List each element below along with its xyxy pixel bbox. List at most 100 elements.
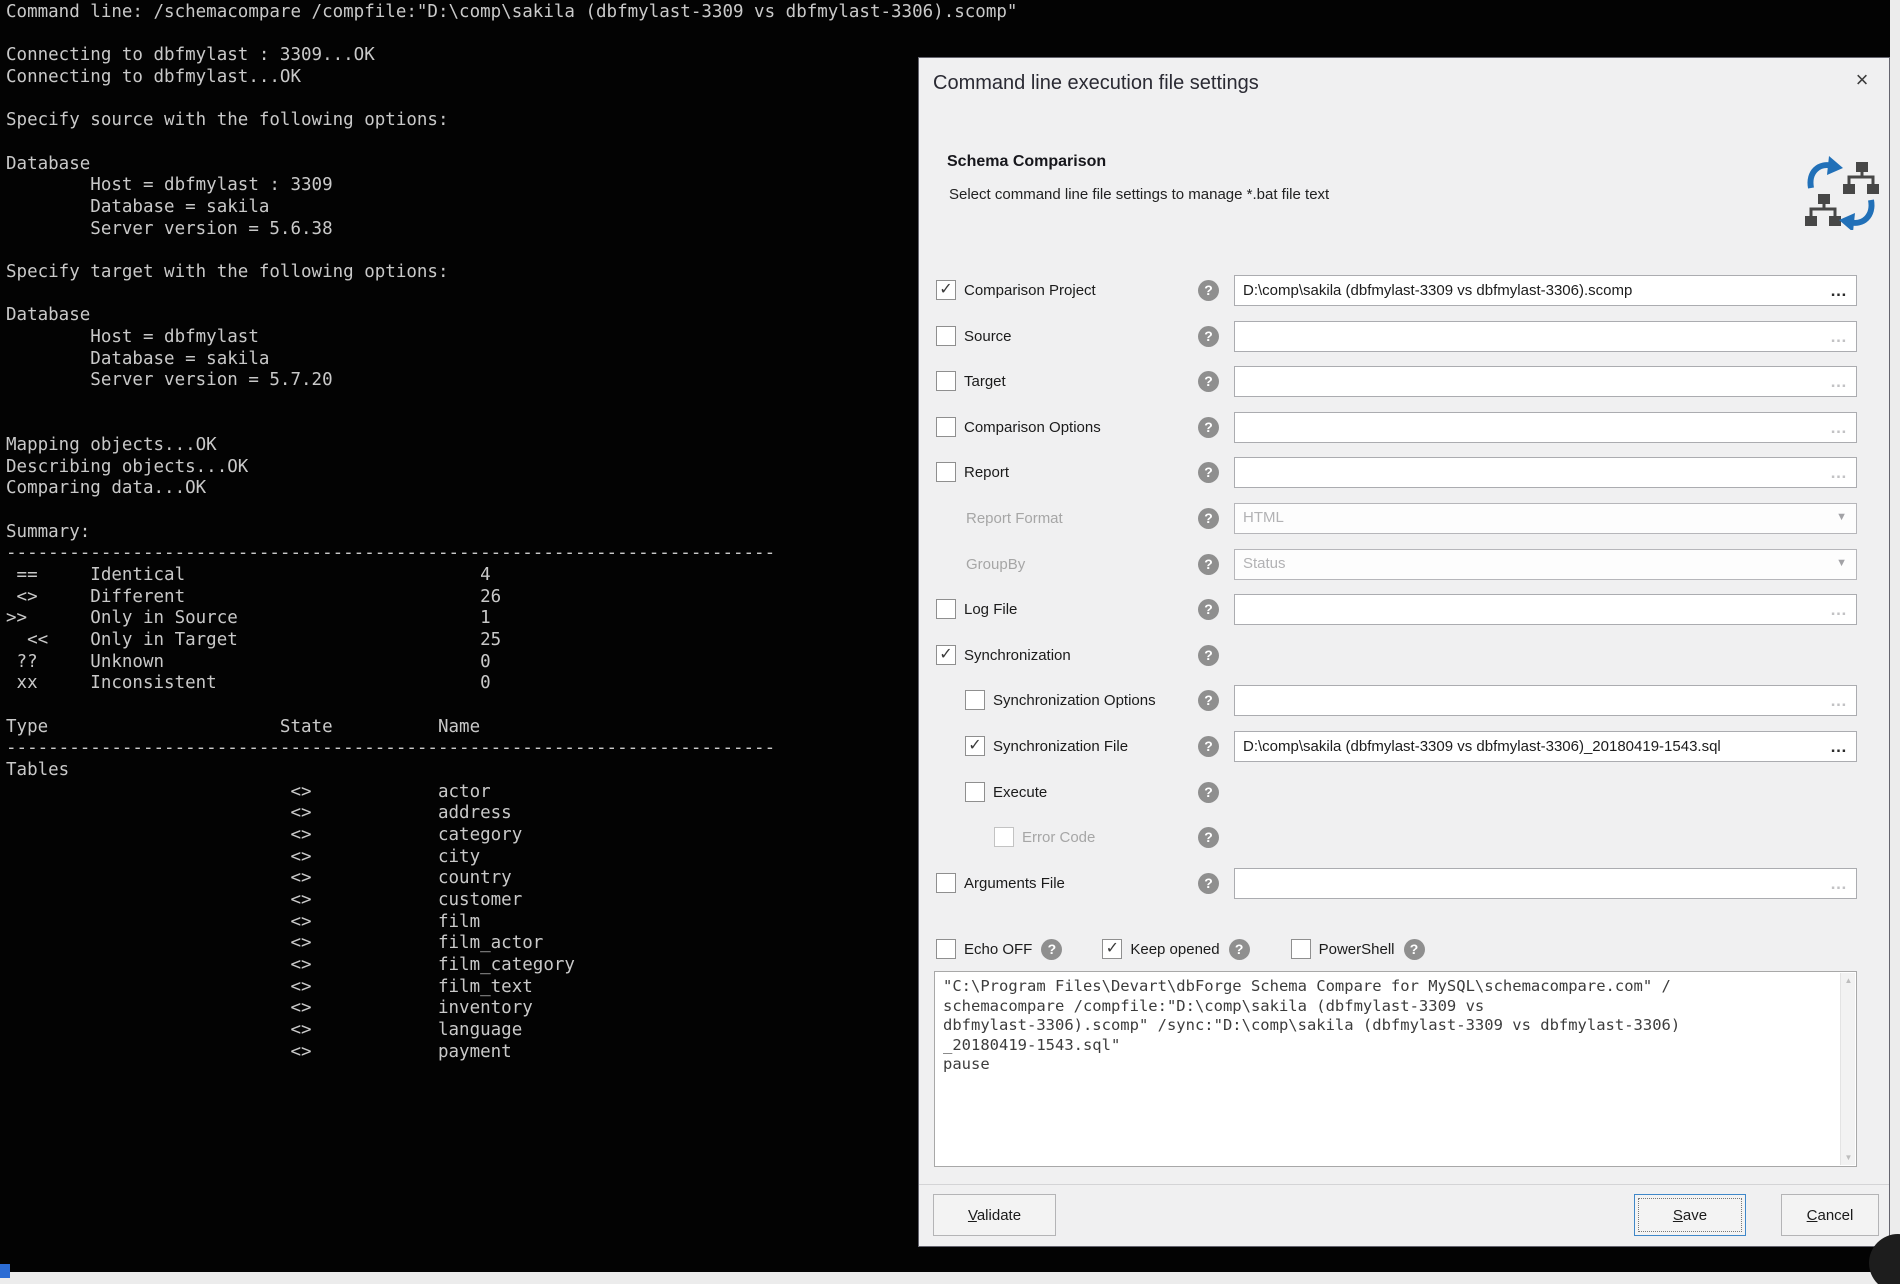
check-icon: ✓ [1106, 941, 1119, 957]
groupby-label: GroupBy [966, 556, 1025, 573]
comparison-options-input[interactable] [1235, 413, 1856, 442]
scrollbar-up-icon[interactable]: ▲ [1841, 976, 1856, 985]
comparison-project-input[interactable] [1235, 276, 1856, 305]
synchronization-options-input[interactable] [1235, 686, 1856, 715]
report-input[interactable] [1235, 458, 1856, 487]
comparison-project-checkbox[interactable]: ✓ [936, 280, 956, 300]
help-icon[interactable]: ? [1198, 599, 1219, 620]
comparison-options-field: … [1234, 412, 1857, 443]
browse-ellipsis-icon[interactable]: … [1830, 870, 1848, 897]
error-code-checkbox[interactable] [994, 827, 1014, 847]
console-output: Command line: /schemacompare /compfile:"… [6, 2, 1017, 1063]
browse-ellipsis-icon[interactable]: … [1830, 277, 1848, 304]
check-icon: ✓ [968, 738, 981, 754]
help-icon[interactable]: ? [1404, 939, 1425, 960]
help-icon[interactable]: ? [1198, 417, 1219, 438]
help-icon[interactable]: ? [1198, 371, 1219, 392]
execute-label: Execute [993, 784, 1047, 801]
browse-ellipsis-icon[interactable]: … [1830, 733, 1848, 760]
chevron-down-icon: ▼ [1836, 557, 1847, 569]
bat-text-area[interactable] [935, 972, 1840, 1166]
synchronization-options-label: Synchronization Options [993, 692, 1156, 709]
flags-row: Echo OFF ? ✓ Keep opened ? PowerShell ? [919, 926, 1891, 972]
row-arguments-file: Arguments File ? … [919, 860, 1891, 906]
powershell-label: PowerShell [1319, 941, 1395, 958]
check-icon: ✓ [939, 647, 952, 663]
validate-button[interactable]: Validate [933, 1194, 1056, 1236]
browse-ellipsis-icon[interactable]: … [1830, 323, 1848, 350]
keep-opened-checkbox[interactable]: ✓ [1102, 939, 1122, 959]
save-button[interactable]: Save [1634, 1194, 1746, 1236]
help-icon[interactable]: ? [1198, 736, 1219, 757]
row-synchronization: ✓ Synchronization ? [919, 632, 1891, 678]
bat-text-box: ▲ ▼ [934, 971, 1857, 1167]
help-icon[interactable]: ? [1198, 645, 1219, 666]
window-frame-bottom [0, 1272, 1900, 1284]
source-input[interactable] [1235, 322, 1856, 351]
comparison-options-checkbox[interactable] [936, 417, 956, 437]
dialog-subtitle: Select command line file settings to man… [949, 186, 1329, 203]
help-icon[interactable]: ? [1198, 326, 1219, 347]
help-icon[interactable]: ? [1198, 873, 1219, 894]
target-checkbox[interactable] [936, 371, 956, 391]
help-icon[interactable]: ? [1198, 508, 1219, 529]
target-field: … [1234, 366, 1857, 397]
powershell-checkbox[interactable] [1291, 939, 1311, 959]
arguments-file-label: Arguments File [964, 875, 1065, 892]
synchronization-options-checkbox[interactable] [965, 690, 985, 710]
help-icon[interactable]: ? [1041, 939, 1062, 960]
browse-ellipsis-icon[interactable]: … [1830, 687, 1848, 714]
synchronization-checkbox[interactable]: ✓ [936, 645, 956, 665]
help-icon[interactable]: ? [1198, 782, 1219, 803]
taskbar-corner-chip [0, 1264, 10, 1278]
source-label: Source [964, 328, 1012, 345]
synchronization-file-field: … [1234, 731, 1857, 762]
close-icon[interactable]: × [1847, 66, 1877, 96]
cancel-button[interactable]: Cancel [1781, 1194, 1879, 1236]
target-input[interactable] [1235, 367, 1856, 396]
report-checkbox[interactable] [936, 462, 956, 482]
synchronization-label: Synchronization [964, 647, 1071, 664]
help-icon[interactable]: ? [1198, 554, 1219, 575]
row-error-code: Error Code ? [919, 814, 1891, 860]
synchronization-file-label: Synchronization File [993, 738, 1128, 755]
row-comparison-project: ✓ Comparison Project ? … [919, 267, 1891, 313]
scrollbar[interactable]: ▲ ▼ [1840, 973, 1855, 1165]
echo-off-checkbox[interactable] [936, 939, 956, 959]
arguments-file-checkbox[interactable] [936, 873, 956, 893]
report-label: Report [964, 464, 1009, 481]
help-icon[interactable]: ? [1198, 462, 1219, 483]
browse-ellipsis-icon[interactable]: … [1830, 414, 1848, 441]
browse-ellipsis-icon[interactable]: … [1830, 459, 1848, 486]
help-icon[interactable]: ? [1229, 939, 1250, 960]
log-file-input[interactable] [1235, 595, 1856, 624]
groupby-value: Status [1243, 555, 1286, 572]
synchronization-file-checkbox[interactable]: ✓ [965, 736, 985, 756]
schema-comparison-heading: Schema Comparison [947, 153, 1106, 171]
row-comparison-options: Comparison Options ? … [919, 404, 1891, 450]
help-icon[interactable]: ? [1198, 827, 1219, 848]
row-report-format: Report Format ? HTML ▼ [919, 495, 1891, 541]
schema-compare-icon [1803, 148, 1879, 230]
execute-checkbox[interactable] [965, 782, 985, 802]
synchronization-file-input[interactable] [1235, 732, 1856, 761]
browse-ellipsis-icon[interactable]: … [1830, 368, 1848, 395]
target-label: Target [964, 373, 1006, 390]
arguments-file-input[interactable] [1235, 869, 1856, 898]
report-format-dropdown[interactable]: HTML ▼ [1234, 503, 1857, 534]
scrollbar-down-icon[interactable]: ▼ [1841, 1153, 1856, 1162]
chevron-down-icon: ▼ [1836, 511, 1847, 523]
groupby-dropdown[interactable]: Status ▼ [1234, 549, 1857, 580]
arguments-file-field: … [1234, 868, 1857, 899]
row-synchronization-file: ✓ Synchronization File ? … [919, 723, 1891, 769]
log-file-checkbox[interactable] [936, 599, 956, 619]
row-synchronization-options: Synchronization Options ? … [919, 677, 1891, 723]
browse-ellipsis-icon[interactable]: … [1830, 596, 1848, 623]
command-line-settings-dialog: Command line execution file settings × S… [918, 57, 1890, 1247]
error-code-label: Error Code [1022, 829, 1095, 846]
help-icon[interactable]: ? [1198, 280, 1219, 301]
echo-off-label: Echo OFF [964, 941, 1032, 958]
help-icon[interactable]: ? [1198, 690, 1219, 711]
report-format-value: HTML [1243, 509, 1284, 526]
source-checkbox[interactable] [936, 326, 956, 346]
